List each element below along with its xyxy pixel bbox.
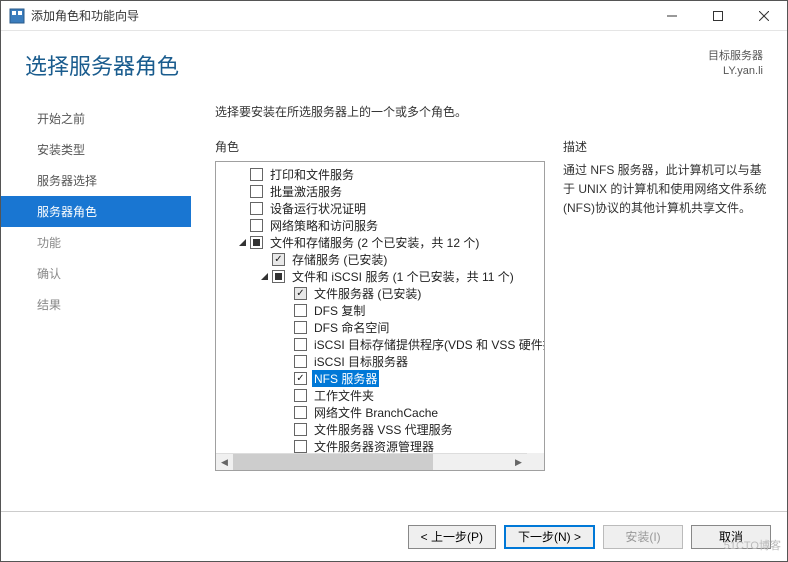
checkbox[interactable] <box>294 338 307 351</box>
app-icon <box>9 8 25 24</box>
checkbox[interactable] <box>294 423 307 436</box>
tree-item[interactable]: DFS 复制 <box>216 302 545 319</box>
wizard-step: 功能 <box>1 227 191 258</box>
tree-item[interactable]: 打印和文件服务 <box>216 166 545 183</box>
wizard-header: 选择服务器角色 目标服务器 LY.yan.li <box>1 31 787 99</box>
tree-item[interactable]: 文件和存储服务 (2 个已安装，共 12 个) <box>216 234 545 251</box>
previous-button[interactable]: < 上一步(P) <box>408 525 496 549</box>
close-button[interactable] <box>741 1 787 31</box>
horizontal-scrollbar[interactable]: ◀ ▶ <box>216 453 527 470</box>
tree-item-label[interactable]: 工作文件夹 <box>312 387 376 404</box>
destination-label: 目标服务器 <box>708 49 763 64</box>
wizard-steps-sidebar: 开始之前安装类型服务器选择服务器角色功能确认结果 <box>1 99 191 489</box>
scroll-corner <box>527 453 544 470</box>
page-title: 选择服务器角色 <box>25 49 708 81</box>
tree-item-label[interactable]: 存储服务 (已安装) <box>290 251 389 268</box>
tree-item-label[interactable]: iSCSI 目标服务器 <box>312 353 410 370</box>
tree-item-label[interactable]: DFS 复制 <box>312 302 367 319</box>
tree-item-label[interactable]: iSCSI 目标存储提供程序(VDS 和 VSS 硬件提供程序) <box>312 336 545 353</box>
checkbox <box>272 253 285 266</box>
cancel-button[interactable]: 取消 <box>691 525 771 549</box>
tree-item-label[interactable]: DFS 命名空间 <box>312 319 391 336</box>
checkbox[interactable] <box>250 236 263 249</box>
checkbox <box>294 287 307 300</box>
wizard-step[interactable]: 服务器选择 <box>1 165 191 196</box>
tree-item-label[interactable]: 网络文件 BranchCache <box>312 404 440 421</box>
tree-item[interactable]: 文件服务器 VSS 代理服务 <box>216 421 545 438</box>
description-text: 通过 NFS 服务器，此计算机可以与基于 UNIX 的计算机和使用网络文件系统(… <box>563 161 769 219</box>
checkbox[interactable] <box>294 304 307 317</box>
checkbox[interactable] <box>294 321 307 334</box>
tree-item[interactable]: 文件和 iSCSI 服务 (1 个已安装，共 11 个) <box>216 268 545 285</box>
checkbox[interactable] <box>250 185 263 198</box>
maximize-button[interactable] <box>695 1 741 31</box>
destination-name: LY.yan.li <box>708 64 763 79</box>
description-column-label: 描述 <box>563 138 769 155</box>
destination-server: 目标服务器 LY.yan.li <box>708 49 763 80</box>
tree-item[interactable]: 工作文件夹 <box>216 387 545 404</box>
checkbox[interactable] <box>250 202 263 215</box>
tree-item[interactable]: 网络文件 BranchCache <box>216 404 545 421</box>
checkbox[interactable] <box>294 389 307 402</box>
collapse-icon[interactable] <box>258 271 270 283</box>
tree-item[interactable]: 批量激活服务 <box>216 183 545 200</box>
roles-tree[interactable]: 打印和文件服务批量激活服务设备运行状况证明网络策略和访问服务文件和存储服务 (2… <box>215 161 545 471</box>
tree-item[interactable]: 网络策略和访问服务 <box>216 217 545 234</box>
tree-item[interactable]: 存储服务 (已安装) <box>216 251 545 268</box>
tree-item[interactable]: iSCSI 目标存储提供程序(VDS 和 VSS 硬件提供程序) <box>216 336 545 353</box>
wizard-step[interactable]: 开始之前 <box>1 103 191 134</box>
window-title: 添加角色和功能向导 <box>31 7 649 24</box>
wizard-step: 确认 <box>1 258 191 289</box>
tree-item-label[interactable]: 文件和存储服务 (2 个已安装，共 12 个) <box>268 234 481 251</box>
wizard-footer: < 上一步(P) 下一步(N) > 安装(I) 取消 <box>1 511 787 561</box>
tree-item-label[interactable]: 文件和 iSCSI 服务 (1 个已安装，共 11 个) <box>290 268 516 285</box>
tree-item-label[interactable]: 打印和文件服务 <box>268 166 356 183</box>
checkbox[interactable] <box>294 440 307 453</box>
wizard-step: 结果 <box>1 289 191 320</box>
checkbox[interactable] <box>294 355 307 368</box>
scroll-right-button[interactable]: ▶ <box>510 454 527 471</box>
checkbox[interactable] <box>250 219 263 232</box>
tree-item-label[interactable]: 网络策略和访问服务 <box>268 217 380 234</box>
tree-item[interactable]: DFS 命名空间 <box>216 319 545 336</box>
scroll-left-button[interactable]: ◀ <box>216 454 233 471</box>
checkbox[interactable] <box>272 270 285 283</box>
instruction-text: 选择要安装在所选服务器上的一个或多个角色。 <box>215 103 769 120</box>
titlebar: 添加角色和功能向导 <box>1 1 787 31</box>
next-button[interactable]: 下一步(N) > <box>504 525 595 549</box>
scroll-thumb[interactable] <box>233 454 433 470</box>
tree-item[interactable]: 文件服务器 (已安装) <box>216 285 545 302</box>
checkbox[interactable] <box>250 168 263 181</box>
tree-item-label[interactable]: 设备运行状况证明 <box>268 200 368 217</box>
wizard-step[interactable]: 服务器角色 <box>1 196 191 227</box>
checkbox[interactable] <box>294 372 307 385</box>
tree-item-label[interactable]: 文件服务器 VSS 代理服务 <box>312 421 455 438</box>
tree-item[interactable]: 设备运行状况证明 <box>216 200 545 217</box>
minimize-button[interactable] <box>649 1 695 31</box>
wizard-step[interactable]: 安装类型 <box>1 134 191 165</box>
tree-item[interactable]: iSCSI 目标服务器 <box>216 353 545 370</box>
tree-item-label[interactable]: NFS 服务器 <box>312 370 379 387</box>
install-button: 安装(I) <box>603 525 683 549</box>
tree-item[interactable]: NFS 服务器 <box>216 370 545 387</box>
tree-item-label[interactable]: 文件服务器 (已安装) <box>312 285 423 302</box>
tree-item-label[interactable]: 批量激活服务 <box>268 183 344 200</box>
checkbox[interactable] <box>294 406 307 419</box>
roles-column-label: 角色 <box>215 138 545 155</box>
collapse-icon[interactable] <box>236 237 248 249</box>
